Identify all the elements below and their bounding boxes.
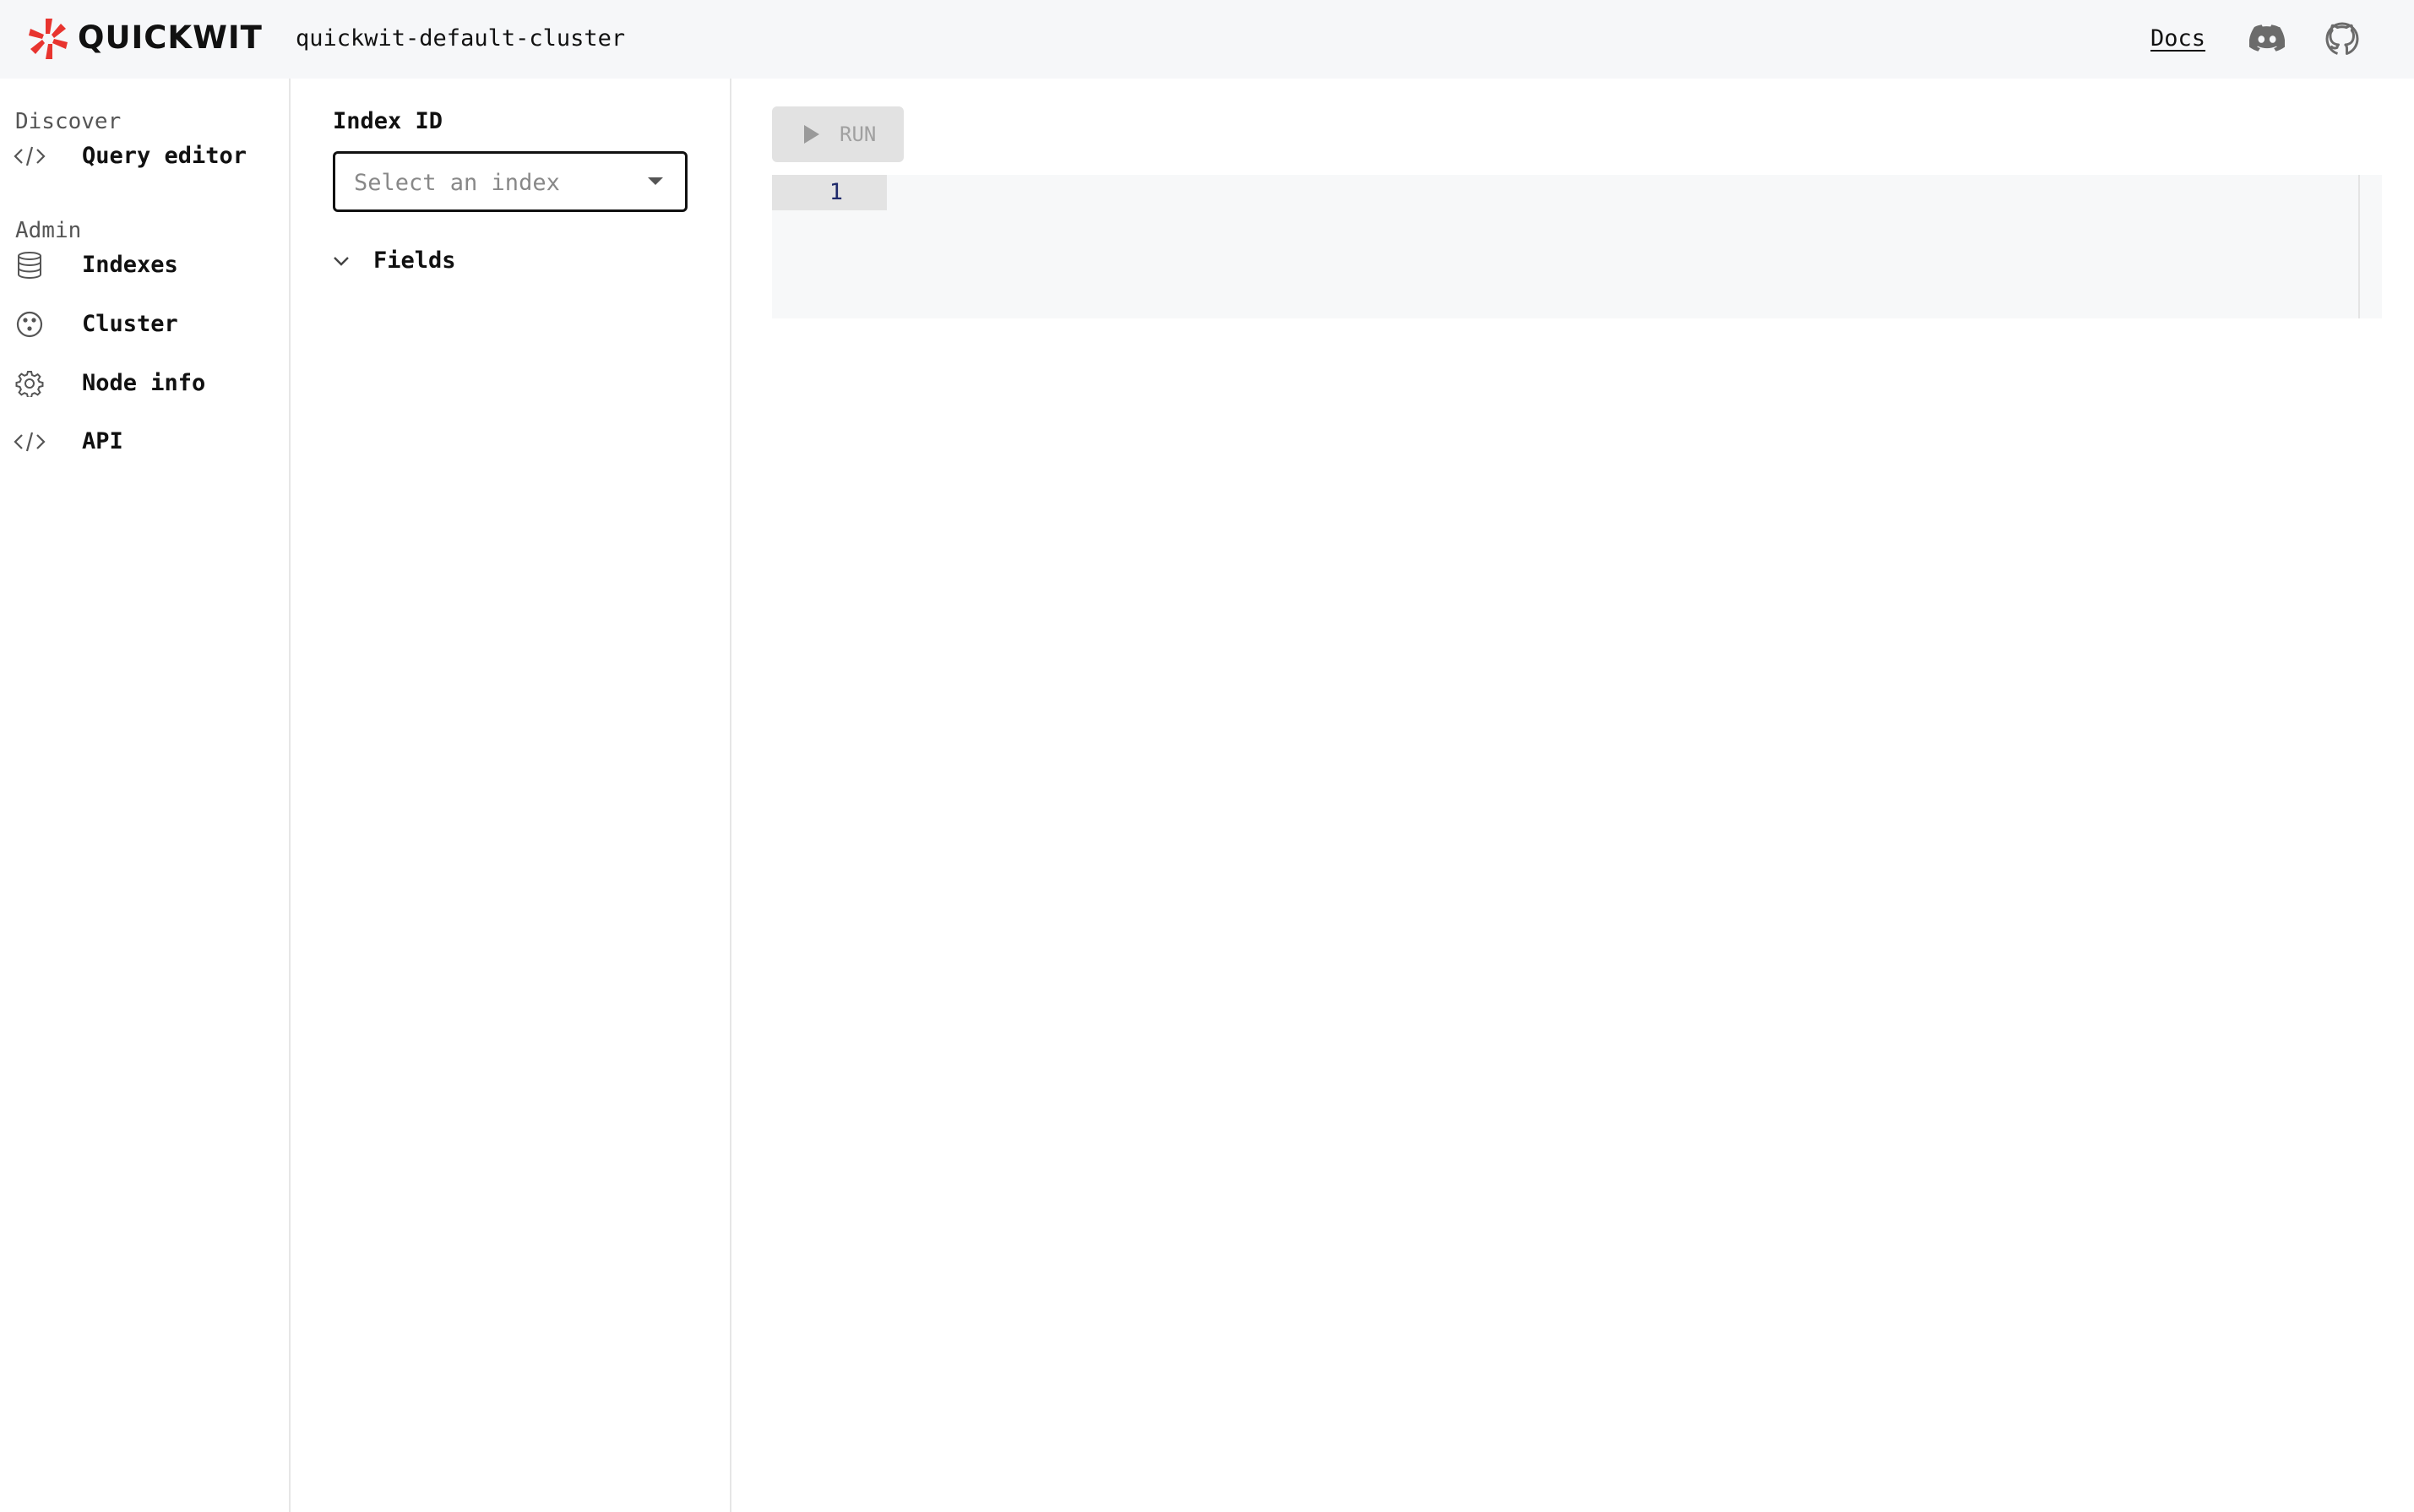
- fields-toggle[interactable]: Fields: [321, 242, 693, 280]
- query-area: RUN 1: [733, 79, 2414, 1512]
- sidebar-item-query-editor[interactable]: Query editor: [0, 131, 289, 182]
- brand-name[interactable]: QUICKWIT: [78, 17, 263, 59]
- sidebar: Discover Query editor Admin Indexes Clus…: [0, 79, 291, 1512]
- code-icon: [14, 432, 46, 452]
- sidebar-item-label: Indexes: [82, 252, 178, 278]
- docs-link[interactable]: Docs: [2150, 24, 2205, 54]
- run-button[interactable]: RUN: [772, 106, 904, 162]
- sidebar-item-api[interactable]: API: [0, 416, 289, 467]
- caret-down-icon: [648, 177, 663, 185]
- chevron-down-icon: [334, 257, 349, 266]
- index-select-placeholder: Select an index: [354, 170, 560, 196]
- discord-icon[interactable]: [2249, 23, 2285, 55]
- sidebar-item-node-info[interactable]: Node info: [0, 358, 289, 409]
- index-panel: Index ID Select an index Fields: [291, 79, 731, 1512]
- sidebar-item-label: API: [82, 428, 123, 454]
- cluster-icon: [16, 311, 43, 338]
- index-select[interactable]: Select an index: [333, 151, 688, 212]
- editor-scrollbar[interactable]: [2358, 175, 2382, 318]
- run-button-label: RUN: [840, 122, 877, 146]
- index-id-label: Index ID: [333, 108, 443, 134]
- sidebar-item-label: Query editor: [82, 143, 247, 169]
- top-header: QUICKWIT quickwit-default-cluster Docs: [0, 0, 2414, 79]
- play-icon: [804, 125, 819, 144]
- fields-label: Fields: [373, 247, 456, 274]
- database-icon: [18, 252, 41, 279]
- editor-gutter-line: 1: [772, 175, 887, 210]
- sidebar-item-label: Cluster: [82, 311, 178, 337]
- gear-icon: [15, 371, 44, 397]
- code-icon: [14, 146, 46, 166]
- query-editor: 1: [772, 175, 2382, 318]
- github-icon[interactable]: [2324, 21, 2360, 57]
- cluster-name: quickwit-default-cluster: [296, 25, 626, 52]
- sidebar-item-cluster[interactable]: Cluster: [0, 299, 289, 350]
- sidebar-item-label: Node info: [82, 370, 206, 396]
- sidebar-item-indexes[interactable]: Indexes: [0, 240, 289, 291]
- line-number: 1: [829, 179, 843, 205]
- quickwit-logo-icon[interactable]: [27, 17, 69, 61]
- editor-text-area[interactable]: [887, 175, 2358, 318]
